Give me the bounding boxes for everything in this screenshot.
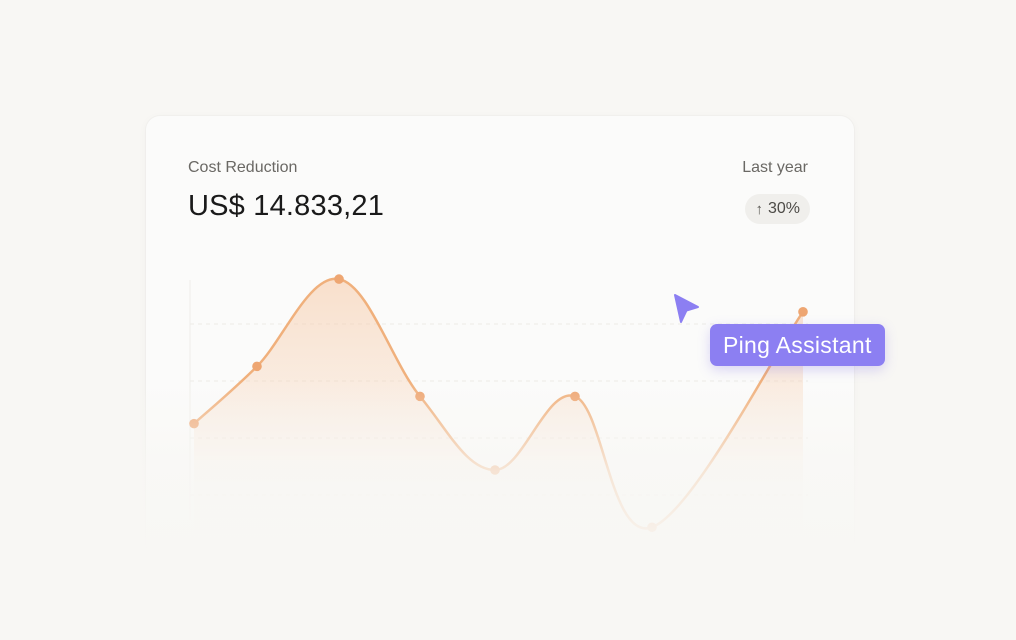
cost-chart — [189, 274, 808, 560]
data-point[interactable] — [415, 391, 425, 402]
cursor-arrow-icon — [674, 294, 699, 323]
data-point[interactable] — [490, 465, 500, 475]
data-point[interactable] — [252, 361, 262, 372]
data-point[interactable] — [189, 418, 199, 429]
data-point[interactable] — [570, 391, 580, 402]
ping-assistant-label[interactable]: Ping Assistant — [710, 324, 885, 366]
series-area — [194, 278, 803, 560]
data-point[interactable] — [334, 274, 344, 284]
data-point[interactable] — [647, 522, 657, 533]
data-point[interactable] — [798, 307, 808, 317]
